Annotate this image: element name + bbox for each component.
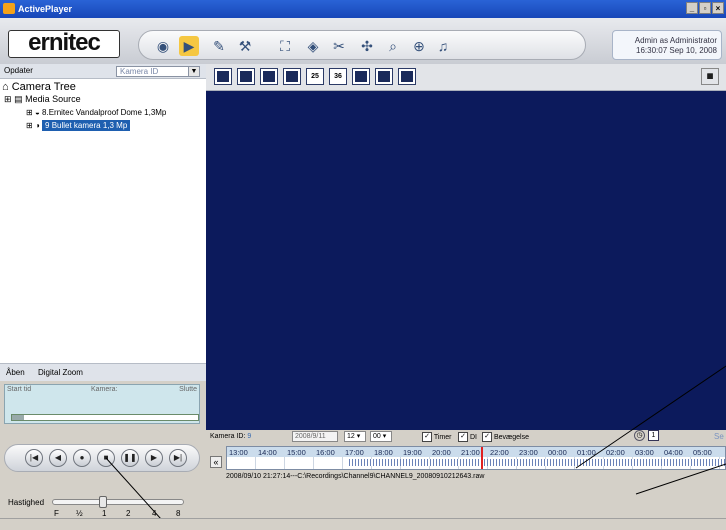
annotation-line bbox=[575, 365, 726, 469]
annotation-lines bbox=[105, 365, 726, 529]
status-bar bbox=[0, 518, 726, 530]
annotation-line bbox=[635, 463, 726, 495]
